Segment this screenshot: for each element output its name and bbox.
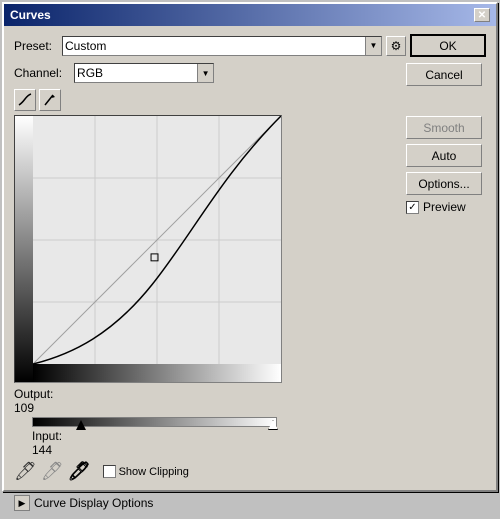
pencil-tool-button[interactable]	[39, 89, 61, 111]
show-clipping-section: Show Clipping	[103, 465, 189, 478]
channel-select[interactable]: RGB Red Green Blue	[74, 63, 214, 83]
dropper-clipping-row: 🖊 🖊 🖊 Show Clipping	[14, 461, 398, 482]
title-bar: Curves ✕	[4, 4, 496, 26]
black-dropper-button[interactable]: 🖊	[14, 461, 37, 482]
main-area: Output: 109 Input: 144	[14, 89, 486, 482]
black-point-handle[interactable]	[76, 420, 86, 430]
curves-graph[interactable]	[14, 115, 282, 383]
input-gradient	[33, 364, 281, 382]
preset-select[interactable]: Custom Default Medium Contrast Strong Co…	[62, 36, 382, 56]
white-dropper-button[interactable]: 🖊	[68, 461, 91, 482]
channel-select-wrapper: RGB Red Green Blue ▼	[74, 63, 214, 83]
preview-label: Preview	[423, 200, 466, 214]
graph-svg	[33, 116, 281, 364]
input-section: Input: 144	[32, 429, 398, 457]
preview-row: ✓ Preview	[406, 200, 486, 214]
close-button[interactable]: ✕	[474, 8, 490, 22]
ok-button[interactable]: OK	[410, 34, 486, 57]
channel-row: Channel: RGB Red Green Blue ▼	[14, 63, 398, 83]
show-clipping-checkbox[interactable]	[103, 465, 116, 478]
preset-settings-icon[interactable]: ⚙	[386, 36, 406, 56]
window-title: Curves	[10, 8, 51, 22]
curves-dialog: Curves ✕ Preset: Custom Default Medium C…	[2, 2, 498, 492]
show-clipping-label: Show Clipping	[119, 466, 189, 478]
input-slider[interactable]	[32, 417, 277, 427]
slider-row	[14, 417, 398, 427]
left-panel: Output: 109 Input: 144	[14, 89, 398, 482]
channel-cancel-row: Channel: RGB Red Green Blue ▼ Cancel	[14, 63, 486, 89]
output-gradient	[15, 116, 33, 382]
cancel-button[interactable]: Cancel	[406, 63, 482, 86]
preset-select-wrapper: Custom Default Medium Contrast Strong Co…	[62, 36, 382, 56]
auto-button[interactable]: Auto	[406, 144, 482, 167]
preset-row: Preset: Custom Default Medium Contrast S…	[14, 34, 486, 57]
curve-display-options-row[interactable]: ▶ Curve Display Options	[14, 490, 486, 511]
right-panel: Smooth Auto Options... ✓ Preview	[406, 89, 486, 482]
channel-label: Channel:	[14, 66, 62, 80]
preview-checkbox[interactable]: ✓	[406, 201, 419, 214]
curve-tool-button[interactable]	[14, 89, 36, 111]
output-label: Output:	[14, 387, 53, 401]
options-button[interactable]: Options...	[406, 172, 482, 195]
output-input-row: Output: 109	[14, 387, 398, 415]
channel-area: Channel: RGB Red Green Blue ▼	[14, 63, 398, 89]
input-label: Input:	[32, 429, 398, 443]
preset-label: Preset:	[14, 39, 52, 53]
graph-inner	[33, 116, 281, 364]
right-buttons-top: Cancel	[406, 63, 486, 89]
gray-dropper-button[interactable]: 🖊	[41, 461, 64, 482]
smooth-button[interactable]: Smooth	[406, 116, 482, 139]
curve-display-label: Curve Display Options	[34, 496, 153, 510]
output-section: Output: 109	[14, 387, 53, 415]
dialog-content: Preset: Custom Default Medium Contrast S…	[4, 26, 496, 519]
white-point-handle[interactable]	[268, 420, 278, 430]
tools-row	[14, 89, 398, 111]
expand-icon: ▶	[14, 495, 30, 511]
output-value: 109	[14, 401, 53, 415]
input-value: 144	[32, 443, 398, 457]
